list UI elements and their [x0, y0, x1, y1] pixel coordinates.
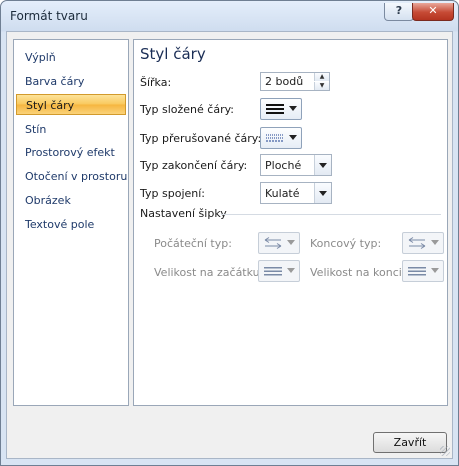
- arrow-size-icon: [264, 267, 282, 276]
- width-spinner[interactable]: 2 bodů ▲ ▼: [260, 72, 330, 91]
- sidebar-item-text-box[interactable]: Textové pole: [16, 214, 126, 235]
- arrow-type-icon: [264, 237, 282, 249]
- chevron-down-icon: [289, 135, 297, 140]
- category-list: Výplň Barva čáry Styl čáry Stín Prostoro…: [13, 39, 129, 406]
- dash-lines-icon: [266, 134, 284, 142]
- close-window-button[interactable]: ✕: [412, 3, 454, 21]
- chevron-down-icon: [289, 106, 297, 111]
- line-style-panel: Styl čáry Šířka: 2 bodů ▲ ▼ Typ složené …: [133, 39, 448, 406]
- sidebar-item-line-style[interactable]: Styl čáry: [16, 94, 126, 115]
- cap-type-label: Typ zakončení čáry:: [140, 159, 248, 172]
- chevron-down-icon: [431, 268, 439, 273]
- dash-type-picker[interactable]: [260, 127, 302, 149]
- begin-type-label: Počáteční typ:: [154, 237, 232, 250]
- chevron-down-icon[interactable]: [314, 155, 331, 175]
- chevron-down-icon: [431, 240, 439, 245]
- end-size-picker[interactable]: [402, 260, 444, 282]
- sidebar-item-3d-format[interactable]: Prostorový efekt: [16, 142, 126, 163]
- resize-grip-icon[interactable]: [440, 446, 450, 456]
- compound-lines-icon: [266, 104, 284, 114]
- sidebar-item-shadow[interactable]: Stín: [16, 119, 126, 140]
- panel-title: Styl čáry: [140, 45, 206, 63]
- cap-type-select[interactable]: Ploché: [260, 154, 332, 176]
- chevron-down-icon[interactable]: [314, 183, 331, 203]
- join-type-label: Typ spojení:: [140, 187, 205, 200]
- arrow-size-icon: [408, 267, 426, 276]
- spin-up-icon[interactable]: ▲: [314, 73, 329, 81]
- help-button[interactable]: ?: [384, 3, 414, 21]
- end-size-label: Velikost na konci:: [310, 266, 406, 279]
- begin-size-picker[interactable]: [258, 260, 300, 282]
- compound-type-picker[interactable]: [260, 98, 302, 120]
- begin-size-label: Velikost na začátku:: [154, 266, 264, 279]
- format-shape-dialog: Formát tvaru ? ✕ Výplň Barva čáry Styl č…: [0, 0, 459, 466]
- dialog-title: Formát tvaru: [10, 9, 88, 23]
- sidebar-item-line-color[interactable]: Barva čáry: [16, 71, 126, 92]
- join-type-select[interactable]: Kulaté: [260, 182, 332, 204]
- close-button[interactable]: Zavřít: [373, 432, 447, 453]
- end-type-label: Koncový typ:: [310, 237, 382, 250]
- arrow-type-icon: [408, 237, 426, 249]
- arrow-settings-heading: Nastavení šipky: [140, 207, 227, 220]
- section-divider: [221, 214, 441, 215]
- dialog-body: Výplň Barva čáry Styl čáry Stín Prostoro…: [6, 31, 453, 459]
- width-label: Šířka:: [140, 76, 172, 89]
- spin-down-icon[interactable]: ▼: [314, 82, 329, 90]
- width-value[interactable]: 2 bodů: [265, 75, 303, 88]
- sidebar-item-fill[interactable]: Výplň: [16, 47, 126, 68]
- begin-type-picker[interactable]: [258, 232, 300, 254]
- sidebar-item-3d-rotation[interactable]: Otočení v prostoru: [16, 166, 127, 187]
- end-type-picker[interactable]: [402, 232, 444, 254]
- cap-type-value: Ploché: [265, 159, 302, 172]
- title-bar[interactable]: Formát tvaru ? ✕: [1, 1, 458, 31]
- sidebar-item-picture[interactable]: Obrázek: [16, 190, 126, 211]
- compound-type-label: Typ složené čáry:: [140, 103, 235, 116]
- chevron-down-icon: [287, 268, 295, 273]
- join-type-value: Kulaté: [265, 187, 300, 200]
- chevron-down-icon: [287, 240, 295, 245]
- dash-type-label: Typ přerušované čáry:: [140, 132, 262, 145]
